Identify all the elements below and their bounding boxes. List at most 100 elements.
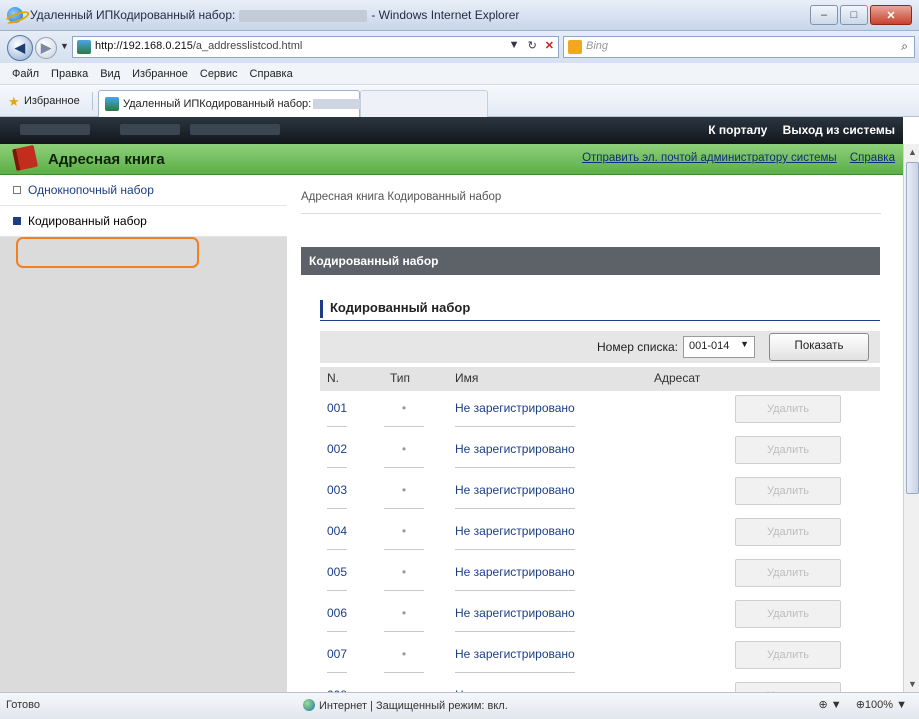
table-row: 003 • Не зарегистрировано Удалить xyxy=(320,473,880,511)
window-title: Удаленный ИПКодированный набор: - Windows… xyxy=(30,8,519,22)
entry-name-link[interactable]: Не зарегистрировано xyxy=(455,401,575,427)
browser-tab-active[interactable]: Удаленный ИПКодированный набор:... xyxy=(98,90,384,117)
window-title-prefix: Удаленный ИПКодированный набор: xyxy=(30,8,236,22)
email-admin-link[interactable]: Отправить эл. почтой администратору сист… xyxy=(582,152,837,164)
entry-name-link[interactable]: Не зарегистрировано xyxy=(455,647,575,673)
entry-number-link[interactable]: 001 xyxy=(327,401,348,427)
entry-name-link[interactable]: Не зарегистрировано xyxy=(455,606,575,632)
entry-number-link[interactable]: 003 xyxy=(327,483,348,509)
entry-name-link[interactable]: Не зарегистрировано xyxy=(455,524,575,550)
table-row: 002 • Не зарегистрировано Удалить xyxy=(320,432,880,470)
portal-link[interactable]: К порталу xyxy=(708,123,767,137)
delete-button[interactable]: Удалить xyxy=(735,641,841,669)
show-button[interactable]: Показать xyxy=(769,333,869,361)
url-path: /a_addresslistcod.html xyxy=(192,40,303,52)
security-zone-text: Интернет | Защищенный режим: вкл. xyxy=(319,700,508,712)
entry-type: • xyxy=(384,606,424,632)
entry-number-link[interactable]: 005 xyxy=(327,565,348,591)
scroll-up-icon[interactable]: ▲ xyxy=(908,147,917,157)
help-link[interactable]: Справка xyxy=(850,152,895,164)
redacted-block xyxy=(190,124,280,135)
maximize-button[interactable]: □ xyxy=(840,5,868,25)
favorites-button[interactable]: Избранное xyxy=(24,95,80,107)
new-tab-button[interactable] xyxy=(360,90,488,117)
menu-edit[interactable]: Правка xyxy=(45,68,94,80)
divider xyxy=(301,213,881,214)
url-dropdown-icon[interactable]: ▼ xyxy=(509,39,520,52)
redacted-block xyxy=(120,124,180,135)
entry-name-link[interactable]: Не зарегистрировано xyxy=(455,483,575,509)
delete-button[interactable]: Удалить xyxy=(735,518,841,546)
entry-number-link[interactable]: 002 xyxy=(327,442,348,468)
entry-name-link[interactable]: Не зарегистрировано xyxy=(455,565,575,591)
entry-number-link[interactable]: 004 xyxy=(327,524,348,550)
search-placeholder[interactable]: Bing xyxy=(586,40,608,52)
close-window-button[interactable]: ✕ xyxy=(870,5,912,25)
delete-button[interactable]: Удалить xyxy=(735,436,841,464)
redacted-block xyxy=(20,124,90,135)
url-text[interactable]: http://192.168.0.215/a_addresslistcod.ht… xyxy=(95,40,302,52)
nav-item-coded-dial[interactable]: Кодированный набор xyxy=(0,206,287,237)
entry-name-link[interactable]: Не зарегистрировано xyxy=(455,442,575,468)
back-button[interactable]: ◀ xyxy=(7,35,33,61)
column-header-type: Тип xyxy=(390,371,411,385)
forward-button[interactable]: ▶ xyxy=(35,37,57,59)
main-content: Адресная книга Кодированный набор Кодиро… xyxy=(287,175,903,716)
search-box[interactable]: Bing ⌕ xyxy=(563,36,915,58)
delete-button[interactable]: Удалить xyxy=(735,477,841,505)
address-toolbar: ◀ ▶ ▼ http://192.168.0.215/a_addresslist… xyxy=(0,31,919,63)
menu-tools[interactable]: Сервис xyxy=(194,68,244,80)
security-zone[interactable]: Интернет | Защищенный режим: вкл. xyxy=(303,699,508,712)
divider xyxy=(92,92,93,110)
redacted-block xyxy=(239,9,368,22)
status-text: Готово xyxy=(6,699,40,711)
scrollbar-thumb[interactable] xyxy=(906,162,919,494)
entry-type: • xyxy=(384,565,424,591)
menu-favorites[interactable]: Избранное xyxy=(126,68,194,80)
column-header-recipient: Адресат xyxy=(654,371,701,385)
table-row: 004 • Не зарегистрировано Удалить xyxy=(320,514,880,552)
url-host: http://192.168.0.215 xyxy=(95,40,193,52)
nav-bullet-icon xyxy=(13,217,21,225)
zoom-level: 100% xyxy=(864,699,894,711)
entry-type: • xyxy=(384,442,424,468)
subsection-title: Кодированный набор xyxy=(320,300,470,318)
menu-view[interactable]: Вид xyxy=(94,68,126,80)
delete-button[interactable]: Удалить xyxy=(735,600,841,628)
menu-help[interactable]: Справка xyxy=(244,68,299,80)
delete-button[interactable]: Удалить xyxy=(735,395,841,423)
table-row: 001 • Не зарегистрировано Удалить xyxy=(320,391,880,429)
nav-item-label: Кодированный набор xyxy=(28,214,147,228)
menu-file[interactable]: Файл xyxy=(6,68,45,80)
nav-item-label: Однокнопочный набор xyxy=(28,183,154,197)
logout-link[interactable]: Выход из системы xyxy=(783,123,895,137)
search-icon[interactable]: ⌕ xyxy=(901,39,908,54)
zoom-control[interactable]: ⊕100% ▼ xyxy=(856,698,907,711)
history-dropdown-icon[interactable]: ▼ xyxy=(60,41,69,51)
list-number-select[interactable]: 001-014 ▼ xyxy=(683,336,755,358)
entry-type: • xyxy=(384,483,424,509)
section-bar: Кодированный набор xyxy=(301,247,880,275)
address-bar[interactable]: http://192.168.0.215/a_addresslistcod.ht… xyxy=(72,36,559,58)
highlight-frame xyxy=(16,237,199,268)
refresh-icon[interactable]: ↻ xyxy=(528,39,537,52)
delete-button[interactable]: Удалить xyxy=(735,559,841,587)
chevron-down-icon: ▼ xyxy=(740,339,749,349)
tab-title: Удаленный ИПКодированный набор:... xyxy=(123,98,384,110)
site-icon xyxy=(105,97,119,111)
protected-mode-icon[interactable]: ⊕ ▼ xyxy=(819,698,842,711)
list-number-label: Номер списка: xyxy=(597,340,678,354)
scroll-down-icon[interactable]: ▼ xyxy=(908,679,917,689)
menu-bar: Файл Правка Вид Избранное Сервис Справка xyxy=(0,63,919,85)
table-header: N. Тип Имя Адресат xyxy=(320,367,880,391)
favorites-star-icon[interactable]: ★ xyxy=(8,94,20,110)
nav-item-one-touch[interactable]: Однокнопочный набор xyxy=(0,175,287,206)
section-bar-title: Кодированный набор xyxy=(309,254,439,268)
entry-number-link[interactable]: 007 xyxy=(327,647,348,673)
window-title-suffix: - Windows Internet Explorer xyxy=(371,8,520,22)
vertical-scrollbar[interactable]: ▲ ▼ xyxy=(903,144,919,692)
address-book-icon xyxy=(11,144,39,172)
stop-icon[interactable]: ✕ xyxy=(545,39,554,52)
minimize-button[interactable]: – xyxy=(810,5,838,25)
entry-number-link[interactable]: 006 xyxy=(327,606,348,632)
